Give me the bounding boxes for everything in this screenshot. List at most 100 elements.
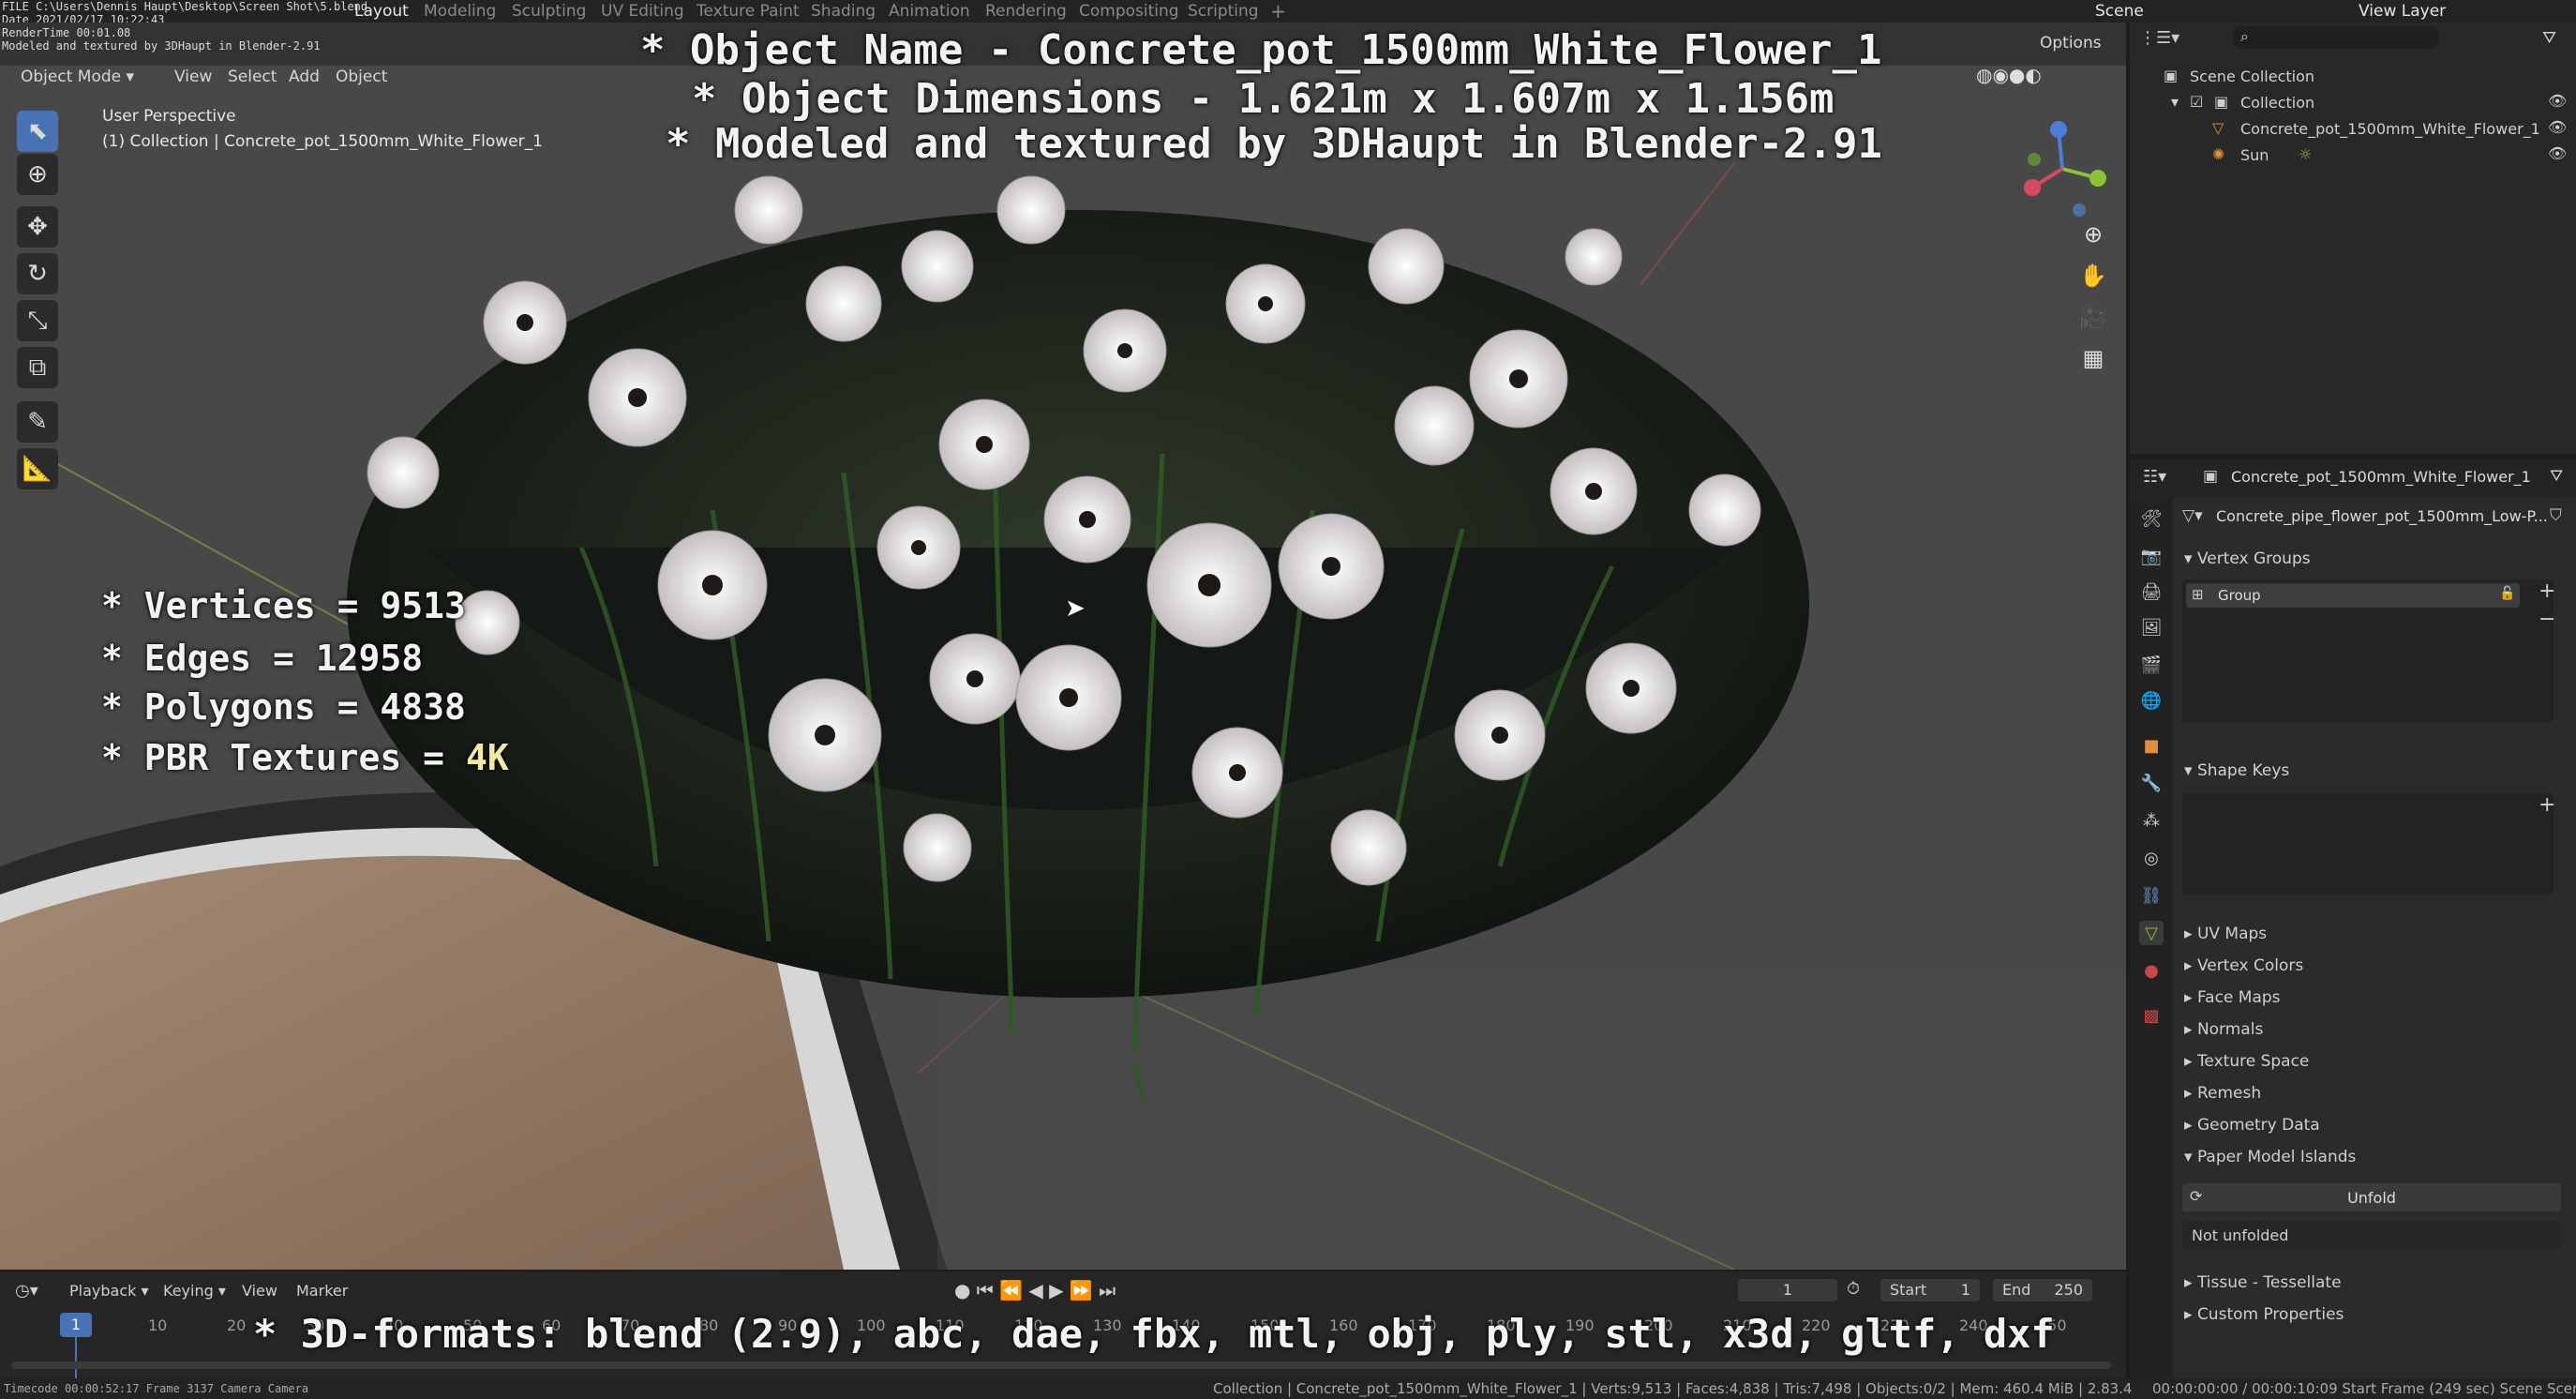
select-box-tool[interactable]: ⬉ bbox=[17, 111, 58, 152]
properties-panel: ☷▾ ▣ Concrete_pot_1500mm_White_Flower_1 … bbox=[2130, 459, 2576, 1397]
menu-view[interactable]: View bbox=[174, 68, 212, 86]
physics-tab-icon[interactable]: ◎ bbox=[2139, 846, 2164, 870]
outliner-row-sun[interactable]: ✺ Sun ☼ 👁 bbox=[2130, 143, 2576, 169]
panel-title: Geometry Data bbox=[2196, 1116, 2320, 1135]
outliner-row-object[interactable]: ▽ Concrete_pot_1500mm_White_Flower_1 👁 bbox=[2130, 116, 2576, 143]
overlay-vertices: * Vertices = 9513 bbox=[101, 585, 466, 626]
panel-tissue[interactable]: ▸ Tissue - Tessellate bbox=[2184, 1273, 2342, 1292]
ortho-grid-icon[interactable]: ▦ bbox=[2076, 341, 2110, 375]
constraints-tab-icon[interactable]: ⛓ bbox=[2139, 883, 2164, 908]
status-center: Collection | Concrete_pot_1500mm_White_F… bbox=[1213, 1380, 2133, 1397]
rotate-tool[interactable]: ↻ bbox=[17, 253, 58, 294]
output-tab-icon[interactable]: 🖨 bbox=[2139, 579, 2164, 604]
tab-layout[interactable]: Layout bbox=[354, 2, 409, 21]
tab-shading[interactable]: Shading bbox=[811, 2, 876, 21]
outliner-editor-icon[interactable]: ⋮☰▾ bbox=[2139, 28, 2179, 48]
mesh-data-tab-icon[interactable]: ▽ bbox=[2139, 921, 2164, 945]
render-tab-icon[interactable]: 📷 bbox=[2139, 544, 2164, 568]
status-right: 00:00:00:00 / 00:00:10:09 Start Frame (2… bbox=[2152, 1380, 2576, 1397]
eye-icon[interactable]: 👁 bbox=[2548, 144, 2567, 162]
mesh-datablock-name[interactable]: Concrete_pipe_flower_pot_1500mm_Low-P... bbox=[2216, 507, 2548, 525]
vertex-groups-list[interactable]: ⊞ Group 🔓 bbox=[2182, 579, 2554, 722]
ruler-icon: 📐 bbox=[22, 455, 53, 483]
playhead[interactable]: 1 bbox=[60, 1313, 92, 1337]
overlay-object-name: * Object Name - Concrete_pot_1500mm_Whit… bbox=[640, 26, 1882, 74]
panel-face-maps[interactable]: ▸ Face Maps bbox=[2184, 988, 2281, 1007]
object-tab-icon[interactable]: ■ bbox=[2139, 733, 2164, 758]
transform-tool[interactable]: ⧉ bbox=[17, 347, 58, 388]
scene-selector[interactable]: Scene bbox=[2095, 2, 2144, 21]
panel-vertex-groups[interactable]: ▾ Vertex Groups bbox=[2184, 549, 2311, 568]
vertex-group-item[interactable]: ⊞ Group 🔓 bbox=[2186, 583, 2520, 608]
panel-vertex-colors[interactable]: ▸ Vertex Colors bbox=[2184, 956, 2303, 975]
panel-custom-properties[interactable]: ▸ Custom Properties bbox=[2184, 1305, 2344, 1324]
cursor-tool[interactable]: ⊕ bbox=[17, 154, 58, 195]
measure-tool[interactable]: 📐 bbox=[17, 448, 58, 489]
panel-title: Texture Space bbox=[2196, 1052, 2310, 1071]
view-layer-tab-icon[interactable]: 🖼 bbox=[2139, 615, 2164, 639]
tab-uv-editing[interactable]: UV Editing bbox=[601, 2, 684, 21]
zoom-icon[interactable]: ⊕ bbox=[2076, 218, 2110, 251]
add-vertex-group-icon[interactable]: + bbox=[2539, 579, 2555, 603]
menu-select[interactable]: Select bbox=[228, 68, 277, 86]
texture-tab-icon[interactable]: ▩ bbox=[2139, 1003, 2164, 1028]
add-workspace-icon[interactable]: + bbox=[1270, 0, 1286, 23]
outliner-search-input[interactable]: ⌕ bbox=[2233, 26, 2439, 49]
camera-view-icon[interactable]: 🎥 bbox=[2076, 300, 2110, 334]
frame-tick-label: 20 bbox=[227, 1316, 247, 1334]
outliner-row-collection[interactable]: ▾ ☑ ▣ Collection 👁 bbox=[2130, 90, 2576, 116]
tab-texture-paint[interactable]: Texture Paint bbox=[696, 2, 800, 21]
outliner-row-scene-collection[interactable]: ▣ Scene Collection bbox=[2130, 64, 2576, 90]
particles-tab-icon[interactable]: ⁂ bbox=[2139, 808, 2164, 833]
tab-sculpting[interactable]: Sculpting bbox=[512, 2, 586, 21]
scale-tool[interactable]: ⤡ bbox=[17, 300, 58, 341]
panel-texture-space[interactable]: ▸ Texture Space bbox=[2184, 1052, 2309, 1071]
fake-user-shield-icon[interactable]: ⛉ bbox=[2550, 506, 2562, 525]
3d-viewport[interactable]: RenderTime 00:01.08 Modeled and textured… bbox=[0, 23, 2126, 1270]
pan-hand-icon[interactable]: ✋ bbox=[2076, 259, 2110, 293]
panel-geometry-data[interactable]: ▸ Geometry Data bbox=[2184, 1116, 2320, 1135]
lock-icon[interactable]: 🔓 bbox=[2499, 586, 2515, 601]
move-tool[interactable]: ✥ bbox=[17, 206, 58, 248]
world-tab-icon[interactable]: 🌐 bbox=[2139, 688, 2164, 713]
tool-tab-icon[interactable]: 🛠 bbox=[2139, 506, 2164, 531]
panel-shape-keys[interactable]: ▾ Shape Keys bbox=[2184, 761, 2289, 780]
eye-icon[interactable]: 👁 bbox=[2548, 118, 2567, 136]
mode-selector[interactable]: Object Mode ▾ bbox=[21, 68, 134, 86]
filter-icon[interactable]: ⛛ bbox=[2542, 28, 2556, 48]
panel-remesh[interactable]: ▸ Remesh bbox=[2184, 1084, 2261, 1103]
properties-editor-icon[interactable]: ☷▾ bbox=[2143, 467, 2166, 487]
panel-normals[interactable]: ▸ Normals bbox=[2184, 1020, 2263, 1039]
view-layer-selector[interactable]: View Layer bbox=[2359, 2, 2446, 21]
tab-compositing[interactable]: Compositing bbox=[1079, 2, 1179, 21]
checkbox-icon[interactable]: ☑ bbox=[2190, 93, 2203, 111]
annotate-tool[interactable]: ✎ bbox=[17, 401, 58, 443]
shading-modes-icon[interactable]: ◍◉●◐ bbox=[1976, 64, 2042, 86]
object-data-icon: ▣ bbox=[2203, 467, 2219, 486]
menu-add[interactable]: Add bbox=[289, 68, 320, 86]
tab-modeling[interactable]: Modeling bbox=[424, 2, 496, 21]
menu-object[interactable]: Object bbox=[336, 68, 387, 86]
material-tab-icon[interactable]: ● bbox=[2139, 958, 2164, 983]
unfold-button[interactable]: ⟳ Unfold bbox=[2182, 1183, 2561, 1211]
shape-keys-list[interactable] bbox=[2182, 793, 2554, 895]
overlay-polygons: * Polygons = 4838 bbox=[101, 686, 466, 728]
tab-scripting[interactable]: Scripting bbox=[1188, 2, 1259, 21]
pin-icon[interactable]: ⛛ bbox=[2550, 467, 2563, 486]
overlay-pbr: * PBR Textures = 4K bbox=[101, 737, 509, 778]
add-shape-key-icon[interactable]: + bbox=[2539, 793, 2555, 817]
chevron-down-icon[interactable]: ▾ bbox=[2171, 93, 2179, 111]
remove-vertex-group-icon[interactable]: − bbox=[2539, 608, 2555, 631]
panel-paper-model[interactable]: ▾ Paper Model Islands bbox=[2184, 1148, 2356, 1166]
navigation-gizmo[interactable] bbox=[2006, 113, 2119, 225]
scene-tab-icon[interactable]: 🎬 bbox=[2139, 653, 2164, 677]
timeline-scrollbar[interactable] bbox=[11, 1361, 2111, 1369]
panel-uv-maps[interactable]: ▸ UV Maps bbox=[2184, 925, 2267, 943]
crosshair-icon: ⊕ bbox=[27, 160, 48, 188]
modifier-tab-icon[interactable]: 🔧 bbox=[2139, 771, 2164, 795]
panel-title: Vertex Groups bbox=[2196, 549, 2311, 568]
tab-rendering[interactable]: Rendering bbox=[985, 2, 1067, 21]
tab-animation[interactable]: Animation bbox=[889, 2, 970, 21]
eye-icon[interactable]: 👁 bbox=[2548, 92, 2567, 110]
options-dropdown[interactable]: Options bbox=[2040, 34, 2102, 53]
